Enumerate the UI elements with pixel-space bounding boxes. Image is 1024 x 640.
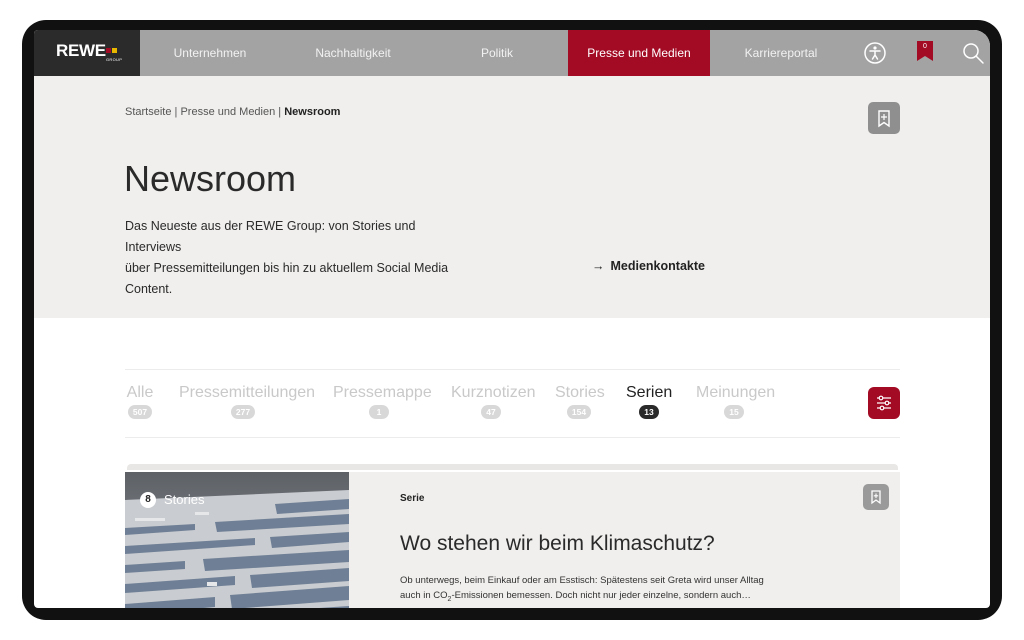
breadcrumb-separator: |: [174, 106, 178, 118]
medienkontakte-link[interactable]: → Medienkontakte: [592, 259, 705, 273]
hero-section: Startseite | Presse und Medien | Newsroo…: [34, 76, 990, 318]
teaser-line: -Emissionen bemessen. Doch nicht nur jed…: [451, 590, 751, 601]
tab-count-badge: 277: [230, 405, 256, 419]
page-title: Newsroom: [124, 158, 297, 199]
nav-item-karriereportal[interactable]: Karriereportal: [710, 30, 852, 76]
search-icon[interactable]: [960, 40, 986, 66]
tab-pressemappe[interactable]: Pressemappe 1: [333, 384, 432, 420]
bookmark-count: 0: [923, 43, 927, 50]
breadcrumb-separator: |: [278, 106, 282, 118]
tab-count-badge: 1: [369, 405, 389, 419]
medienkontakte-label: Medienkontakte: [610, 259, 705, 273]
logo-wordmark: REWE: [56, 41, 106, 60]
tab-label: Pressemitteilungen: [179, 384, 316, 401]
tab-label: Serien: [626, 384, 673, 401]
breadcrumb-startseite[interactable]: Startseite: [125, 106, 171, 118]
tab-count-badge: 154: [566, 405, 592, 419]
tab-label: Alle: [126, 384, 154, 401]
series-card[interactable]: 8 Stories Serie Wo stehen wir beim Klima…: [125, 472, 900, 608]
breadcrumb-current: Newsroom: [284, 106, 341, 118]
tab-meinungen[interactable]: Meinungen 15: [696, 384, 776, 420]
tabs-divider-bottom: [125, 437, 900, 438]
browser-viewport: REWE GROUP Unternehmen Nachhaltigkeit Po…: [34, 30, 990, 608]
bookmark-list-icon[interactable]: 0: [916, 40, 934, 62]
tab-label: Stories: [555, 384, 605, 401]
nav-item-nachhaltigkeit[interactable]: Nachhaltigkeit: [280, 30, 426, 76]
nav-item-presse-und-medien[interactable]: Presse und Medien: [568, 30, 710, 76]
nav-item-unternehmen[interactable]: Unternehmen: [140, 30, 280, 76]
tab-count-badge: 13: [639, 405, 659, 419]
tab-label: Meinungen: [696, 384, 776, 401]
intro-line: über Pressemitteilungen bis hin zu aktue…: [125, 261, 449, 275]
intro-line: Das Neueste aus der REWE Group: von Stor…: [125, 219, 416, 254]
tab-label: Pressemappe: [333, 384, 432, 401]
tab-label: Kurznotizen: [451, 384, 536, 401]
story-count-label: Stories: [164, 492, 205, 507]
intro-text: Das Neueste aus der REWE Group: von Stor…: [125, 216, 475, 300]
tab-serien[interactable]: Serien 13: [626, 384, 672, 420]
bookmark-icon: [871, 490, 881, 505]
card-stack-edge: [127, 464, 898, 470]
story-count-badge: 8: [140, 492, 156, 508]
tab-pressemitteilungen[interactable]: Pressemitteilungen 277: [179, 384, 316, 420]
breadcrumb-presse[interactable]: Presse und Medien: [180, 106, 275, 118]
card-title[interactable]: Wo stehen wir beim Klimaschutz?: [400, 532, 715, 556]
tab-count-badge: 507: [127, 405, 153, 419]
logo-yellow-square: [112, 48, 117, 53]
card-category: Serie: [400, 493, 425, 504]
arrow-right-icon: →: [592, 259, 605, 273]
tab-stories[interactable]: Stories 154: [555, 384, 605, 420]
breadcrumb: Startseite | Presse und Medien | Newsroo…: [125, 106, 340, 118]
card-bookmark-button[interactable]: [863, 484, 889, 510]
logo-group-text: GROUP: [106, 57, 123, 62]
bookmark-icon: [878, 110, 890, 128]
card-teaser: Ob unterwegs, beim Einkauf oder am Essti…: [400, 573, 800, 607]
solar-roof-image: 8 Stories: [125, 472, 349, 608]
logo-red-square: [106, 48, 111, 53]
filter-sliders-icon: [877, 395, 891, 411]
tab-alle[interactable]: Alle 507: [125, 384, 155, 420]
filter-button[interactable]: [868, 387, 900, 419]
intro-line: Content.: [125, 282, 173, 296]
accessibility-icon[interactable]: [862, 40, 888, 66]
tab-kurznotizen[interactable]: Kurznotizen 47: [451, 384, 536, 420]
teaser-line: auch in CO: [400, 590, 448, 601]
rewe-logo[interactable]: REWE GROUP: [34, 30, 140, 76]
main-navigation: REWE GROUP Unternehmen Nachhaltigkeit Po…: [34, 30, 990, 76]
teaser-line: Ob unterwegs, beim Einkauf oder am Essti…: [400, 575, 764, 586]
tab-count-badge: 47: [481, 405, 501, 419]
tabs-divider-top: [125, 369, 900, 370]
tab-count-badge: 15: [724, 405, 744, 419]
nav-item-politik[interactable]: Politik: [426, 30, 568, 76]
bookmark-page-button[interactable]: [868, 102, 900, 134]
